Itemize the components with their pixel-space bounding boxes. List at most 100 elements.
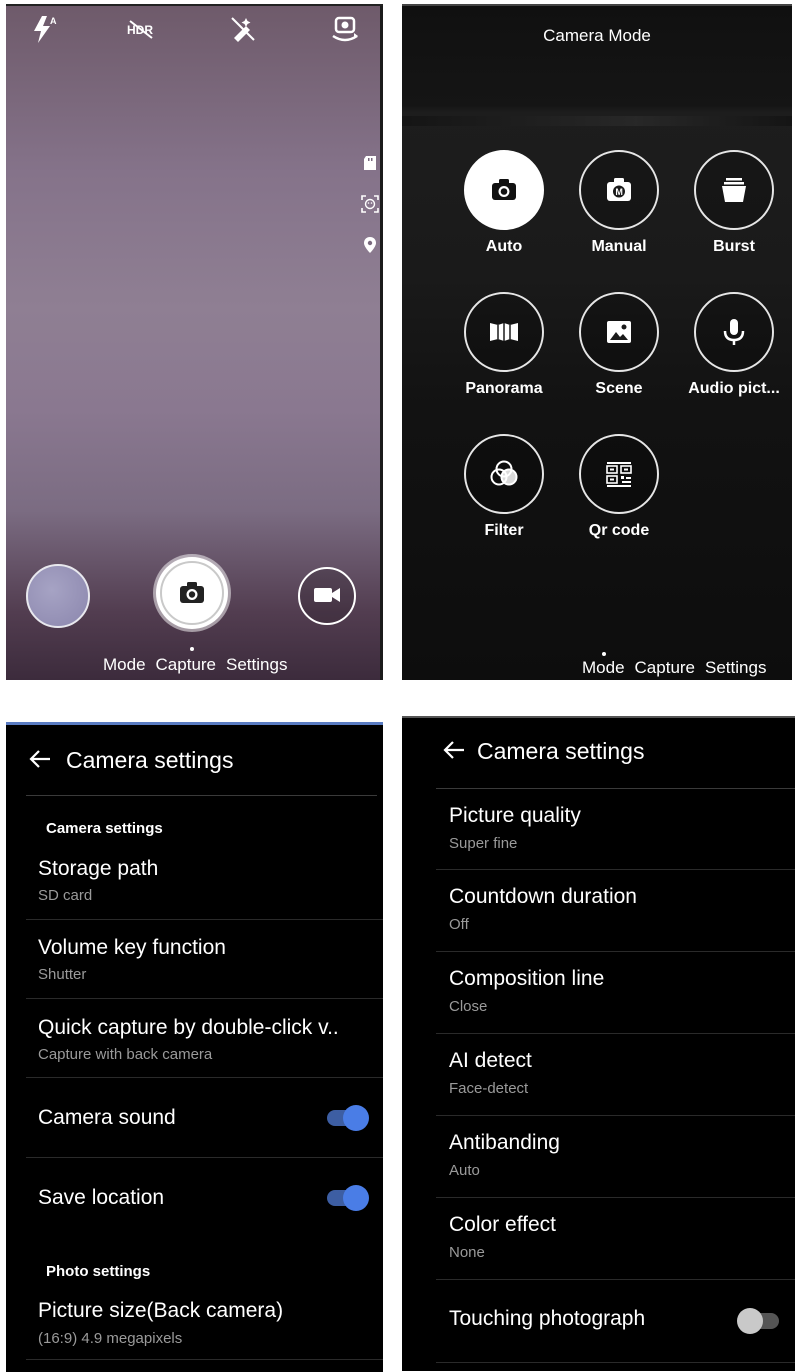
- qr-code-icon: [606, 462, 632, 487]
- touching-photograph-toggle[interactable]: [737, 1308, 779, 1334]
- setting-title: AI detect: [449, 1049, 532, 1072]
- panorama-icon: [490, 323, 518, 341]
- camera-icon: [180, 582, 204, 603]
- mode-label: Manual: [591, 238, 647, 255]
- setting-title: Touching photograph: [449, 1307, 646, 1330]
- nav-capture[interactable]: Capture: [156, 655, 216, 674]
- setting-value: (16:9) 4.9 megapixels: [38, 1330, 183, 1347]
- flash-auto-icon[interactable]: A: [28, 12, 62, 46]
- setting-picture-quality[interactable]: Picture quality Super fine: [436, 789, 795, 870]
- nav-mode[interactable]: Mode: [103, 655, 146, 674]
- mode-label: Auto: [485, 238, 523, 255]
- video-record-button[interactable]: [298, 567, 356, 625]
- setting-picture-size[interactable]: Picture size(Back camera) (16:9) 4.9 meg…: [26, 1287, 383, 1360]
- save-location-toggle[interactable]: [327, 1185, 369, 1211]
- video-camera-icon: [314, 588, 340, 602]
- location-pin-icon: [361, 236, 379, 254]
- filter-icon: [490, 460, 518, 486]
- nav-mode[interactable]: Mode: [582, 658, 625, 677]
- setting-volume-key[interactable]: Volume key function Shutter: [26, 920, 383, 999]
- settings-header: Camera settings: [6, 725, 383, 795]
- back-arrow-icon[interactable]: [442, 740, 466, 760]
- setting-storage-path[interactable]: Storage path SD card: [26, 845, 383, 920]
- nav-capture[interactable]: Capture: [635, 658, 695, 677]
- beauty-off-icon[interactable]: [226, 12, 260, 46]
- setting-save-location[interactable]: Save location: [26, 1158, 383, 1236]
- toggle-knob: [737, 1308, 763, 1334]
- setting-touching-photograph[interactable]: Touching photograph: [436, 1280, 795, 1363]
- setting-value: Capture with back camera: [38, 1046, 213, 1063]
- svg-text:A: A: [50, 16, 57, 26]
- settings-header: Camera settings: [402, 718, 795, 788]
- back-arrow-icon[interactable]: [28, 749, 52, 769]
- setting-title: Volume key function: [38, 936, 226, 959]
- viewfinder-screen: A HDR Mode Capture Settings: [6, 4, 383, 680]
- mode-label: Qr code: [588, 522, 650, 539]
- burst-icon: [722, 178, 746, 202]
- page-title: Camera settings: [477, 738, 645, 764]
- mode-filter-circle: [464, 434, 544, 514]
- nav-settings[interactable]: Settings: [705, 658, 766, 677]
- camera-mode-title: Camera Mode: [543, 26, 651, 45]
- mode-manual[interactable]: M Manual: [564, 150, 674, 256]
- panel-edge: [380, 4, 383, 680]
- setting-title: Camera sound: [38, 1106, 176, 1129]
- mode-panorama[interactable]: Panorama: [449, 292, 559, 398]
- hdr-off-icon[interactable]: HDR: [124, 12, 158, 46]
- mode-audio-picture[interactable]: Audio pict...: [679, 292, 789, 398]
- mode-label: Audio pict...: [688, 380, 780, 397]
- setting-value: Auto: [449, 1162, 480, 1179]
- background-band: [402, 116, 792, 126]
- toggle-knob: [343, 1185, 369, 1211]
- microphone-icon: [723, 319, 745, 345]
- mode-label: Scene: [595, 380, 643, 397]
- mode-label: Panorama: [465, 380, 543, 397]
- camera-sound-toggle[interactable]: [327, 1105, 369, 1131]
- setting-title: Color effect: [449, 1213, 556, 1236]
- mode-auto-circle: [464, 150, 544, 230]
- header-divider: [26, 795, 377, 796]
- face-detect-icon: [361, 195, 379, 213]
- setting-color-effect[interactable]: Color effect None: [436, 1198, 795, 1280]
- setting-antibanding[interactable]: Antibanding Auto: [436, 1116, 795, 1198]
- setting-title: Picture size(Back camera): [38, 1299, 284, 1322]
- mode-burst[interactable]: Burst: [679, 150, 789, 256]
- mode-auto[interactable]: Auto: [449, 150, 559, 256]
- section-camera-settings: Camera settings: [46, 820, 163, 837]
- mode-manual-circle: M: [579, 150, 659, 230]
- sd-card-icon: [361, 154, 379, 172]
- nav-settings[interactable]: Settings: [226, 655, 287, 674]
- setting-value: Super fine: [449, 835, 518, 852]
- mode-panorama-circle: [464, 292, 544, 372]
- nav-indicator: [190, 647, 194, 651]
- shutter-button[interactable]: [156, 557, 228, 629]
- manual-camera-icon: M: [607, 178, 631, 201]
- camera-settings-screen-2: Camera settings Picture quality Super fi…: [402, 716, 795, 1371]
- setting-title: Antibanding: [449, 1131, 560, 1154]
- setting-value: Face-detect: [449, 1080, 529, 1097]
- camera-mode-screen: Camera Mode Auto M Manual Burst Panorama…: [402, 4, 792, 680]
- setting-camera-sound[interactable]: Camera sound: [26, 1078, 383, 1158]
- setting-title: Storage path: [38, 857, 159, 880]
- toggle-knob: [343, 1105, 369, 1131]
- bottom-nav: Mode Capture Settings: [582, 658, 776, 678]
- setting-title: Quick capture by double-click v..: [38, 1016, 339, 1039]
- gallery-thumbnail[interactable]: [26, 564, 90, 628]
- camera-icon: [492, 179, 516, 200]
- mode-filter[interactable]: Filter: [449, 434, 559, 540]
- setting-value: Shutter: [38, 966, 87, 983]
- setting-title: Composition line: [449, 967, 605, 990]
- camera-settings-screen-1: Camera settings Camera settings Storage …: [6, 722, 383, 1372]
- svg-text:M: M: [615, 187, 623, 197]
- setting-title: Picture quality: [449, 804, 581, 827]
- setting-countdown-duration[interactable]: Countdown duration Off: [436, 870, 795, 952]
- setting-quick-capture[interactable]: Quick capture by double-click v.. Captur…: [26, 999, 383, 1078]
- setting-value: Off: [449, 916, 469, 933]
- setting-value: None: [449, 1244, 485, 1261]
- mode-qr-code[interactable]: Qr code: [564, 434, 674, 540]
- setting-ai-detect[interactable]: AI detect Face-detect: [436, 1034, 795, 1116]
- setting-composition-line[interactable]: Composition line Close: [436, 952, 795, 1034]
- setting-value: SD card: [38, 887, 93, 904]
- mode-scene[interactable]: Scene: [564, 292, 674, 398]
- switch-camera-icon[interactable]: [328, 12, 362, 46]
